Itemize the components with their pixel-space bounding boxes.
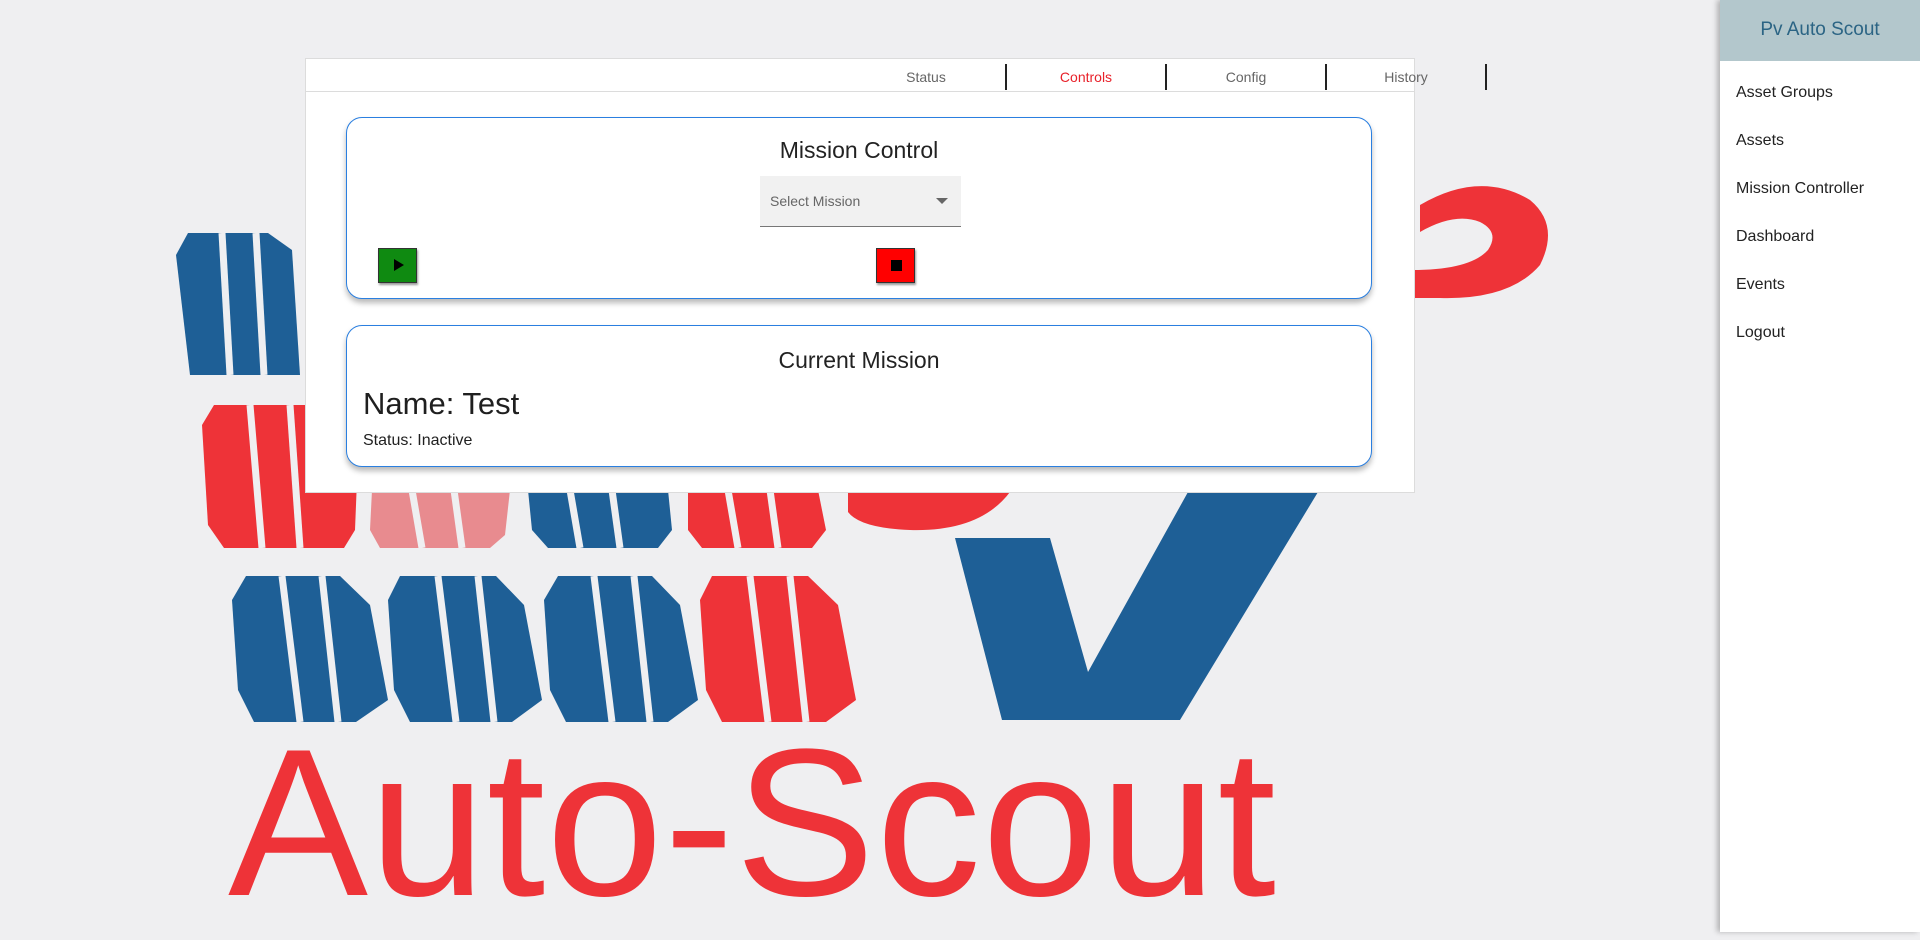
mission-control-title: Mission Control bbox=[779, 137, 939, 163]
current-mission-card: Current Mission Name: Test Status: Inact… bbox=[346, 325, 1372, 467]
stop-icon bbox=[891, 260, 902, 271]
tab-bar: Status Controls Config bbox=[306, 59, 1414, 92]
dropdown-arrow-icon bbox=[936, 198, 948, 204]
tab-status[interactable]: Status bbox=[847, 64, 1007, 90]
logo-wordmark: Auto-Scout bbox=[228, 705, 1277, 940]
stop-mission-button[interactable] bbox=[876, 248, 915, 283]
tab-history[interactable]: History bbox=[1327, 64, 1487, 90]
sidebar-item-events[interactable]: Events bbox=[1736, 276, 1785, 294]
sidebar-item-logout[interactable]: Logout bbox=[1736, 324, 1785, 342]
mission-status: Status: Inactive bbox=[363, 432, 473, 449]
current-mission-title: Current Mission bbox=[778, 347, 940, 373]
logo-v bbox=[955, 492, 1318, 720]
tab-controls[interactable]: Controls bbox=[1007, 64, 1167, 90]
sidebar-item-dashboard[interactable]: Dashboard bbox=[1736, 228, 1814, 246]
sidebar-item-mission-controller[interactable]: Mission Controller bbox=[1736, 180, 1864, 198]
sidebar: Pv Auto Scout Asset Groups Assets Missio… bbox=[1720, 0, 1920, 932]
mission-select-placeholder: Select Mission bbox=[770, 193, 861, 209]
app-title: Pv Auto Scout bbox=[1720, 0, 1920, 61]
sidebar-item-assets[interactable]: Assets bbox=[1736, 132, 1784, 150]
mission-select[interactable]: Select Mission bbox=[760, 176, 961, 227]
mission-control-card: Mission Control Select Mission bbox=[346, 117, 1372, 299]
logo-swirl bbox=[1412, 186, 1548, 299]
tab-config[interactable]: Config bbox=[1167, 64, 1327, 90]
sidebar-item-asset-groups[interactable]: Asset Groups bbox=[1736, 84, 1833, 102]
play-icon bbox=[394, 259, 404, 271]
mission-name: Name: Test bbox=[363, 386, 520, 421]
start-mission-button[interactable] bbox=[378, 248, 417, 283]
main-panel: Status Controls Config History Mission C… bbox=[305, 58, 1487, 493]
logo-p-bowl bbox=[848, 492, 1010, 531]
